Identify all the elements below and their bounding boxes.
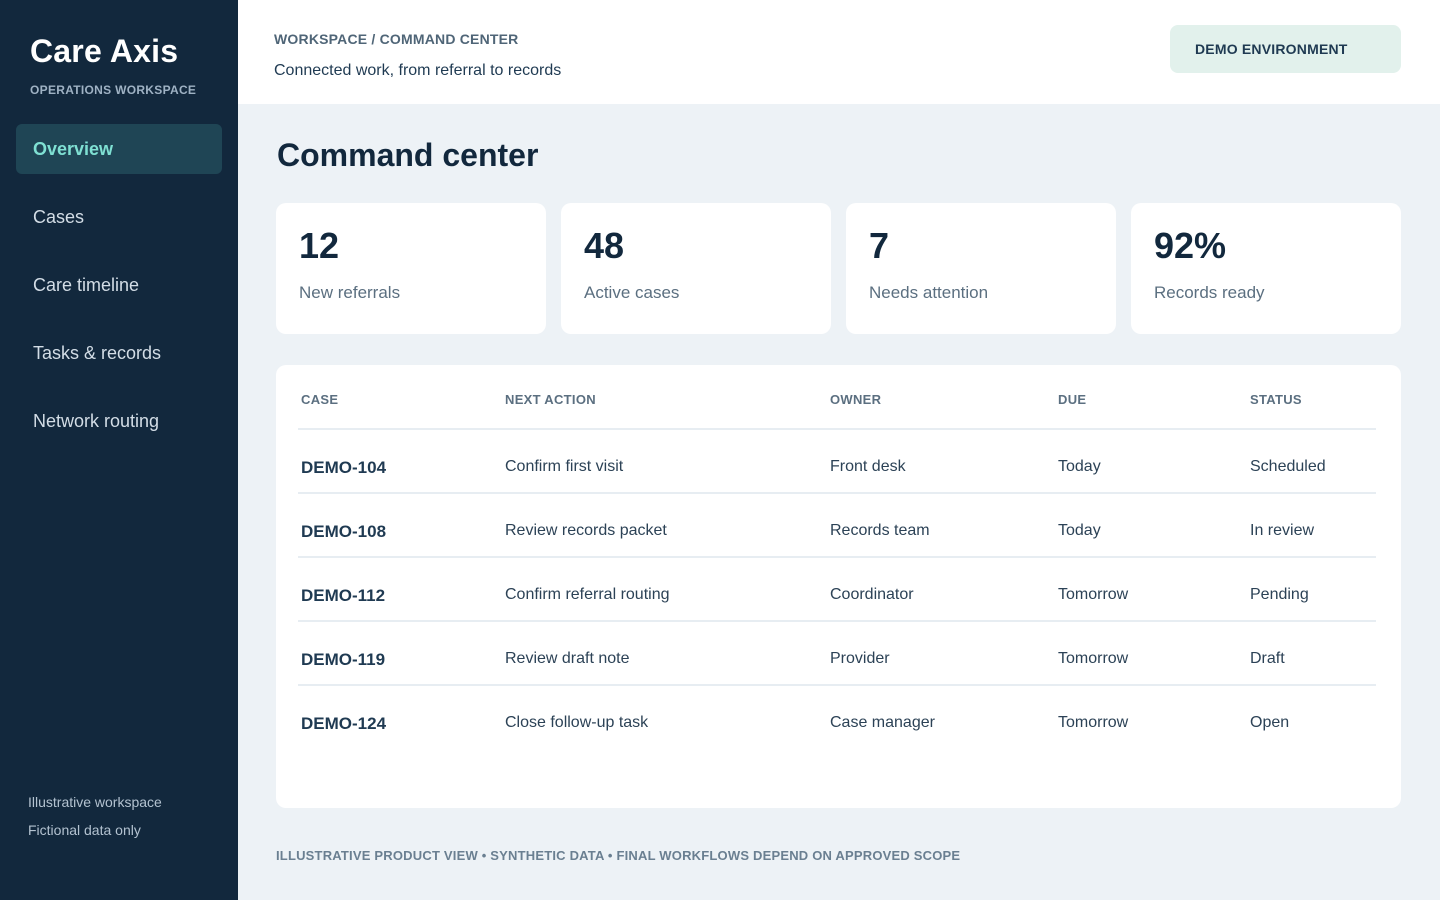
stat-value: 92% — [1154, 225, 1227, 266]
status: Scheduled — [1250, 458, 1326, 475]
row-divider — [298, 684, 1376, 686]
owner: Front desk — [830, 458, 906, 475]
table-row[interactable]: DEMO-119 Review draft note Provider Tomo… — [276, 629, 1401, 691]
row-divider — [298, 492, 1376, 494]
case-id[interactable]: DEMO-119 — [301, 650, 385, 670]
environment-badge: DEMO ENVIRONMENT — [1170, 25, 1401, 73]
row-divider — [298, 428, 1376, 430]
header-subtitle: Connected work, from referral to records — [274, 62, 562, 79]
owner: Case manager — [830, 714, 935, 731]
next-action: Review records packet — [505, 522, 667, 539]
column-header-due: DUE — [1058, 392, 1087, 407]
table-row[interactable]: DEMO-108 Review records packet Records t… — [276, 501, 1401, 563]
stat-card-new-referrals: 12 New referrals — [276, 203, 546, 334]
row-divider — [298, 620, 1376, 622]
next-action: Close follow-up task — [505, 714, 649, 731]
due: Tomorrow — [1058, 650, 1129, 667]
column-header-next-action: NEXT ACTION — [505, 392, 596, 407]
owner: Coordinator — [830, 586, 914, 603]
sidebar-item-overview[interactable]: Overview — [16, 124, 222, 174]
case-id[interactable]: DEMO-124 — [301, 714, 386, 734]
stat-label: New referrals — [299, 283, 401, 302]
page-title: Command center — [277, 137, 539, 173]
due: Today — [1058, 458, 1101, 475]
column-header-case: CASE — [301, 392, 339, 407]
disclaimer-footer: ILLUSTRATIVE PRODUCT VIEW • SYNTHETIC DA… — [276, 848, 961, 863]
status: In review — [1250, 522, 1315, 539]
sidebar-item-network-routing[interactable]: Network routing — [16, 396, 222, 446]
sidebar: Care Axis OPERATIONS WORKSPACE Overview … — [0, 0, 238, 900]
stat-card-active-cases: 48 Active cases — [561, 203, 831, 334]
stat-label: Needs attention — [869, 283, 989, 302]
column-header-status: STATUS — [1250, 392, 1302, 407]
owner: Records team — [830, 522, 930, 539]
stat-label: Records ready — [1154, 283, 1265, 302]
due: Tomorrow — [1058, 714, 1129, 731]
case-id[interactable]: DEMO-104 — [301, 458, 386, 478]
owner: Provider — [830, 650, 890, 667]
due: Today — [1058, 522, 1101, 539]
stat-value: 48 — [584, 225, 625, 266]
sidebar-item-tasks-records[interactable]: Tasks & records — [16, 328, 222, 378]
table-row[interactable]: DEMO-112 Confirm referral routing Coordi… — [276, 565, 1401, 627]
sidebar-footer-note: Fictional data only — [28, 822, 141, 838]
next-action: Review draft note — [505, 650, 630, 667]
table-row[interactable]: DEMO-104 Confirm first visit Front desk … — [276, 437, 1401, 499]
stat-value: 12 — [299, 225, 340, 266]
sidebar-footer-note: Illustrative workspace — [28, 794, 162, 810]
cases-table: CASE NEXT ACTION OWNER DUE STATUS DEMO-1… — [276, 365, 1401, 808]
table-row[interactable]: DEMO-124 Close follow-up task Case manag… — [276, 693, 1401, 755]
stat-value: 7 — [869, 225, 890, 266]
breadcrumb: WORKSPACE / COMMAND CENTER — [274, 31, 519, 47]
stat-card-needs-attention: 7 Needs attention — [846, 203, 1116, 334]
column-header-owner: OWNER — [830, 392, 882, 407]
next-action: Confirm referral routing — [505, 586, 670, 603]
status: Open — [1250, 714, 1290, 731]
next-action: Confirm first visit — [505, 458, 624, 475]
top-header: WORKSPACE / COMMAND CENTER Connected wor… — [238, 0, 1440, 104]
status: Pending — [1250, 586, 1309, 603]
stat-card-records-ready: 92% Records ready — [1131, 203, 1401, 334]
brand-subtitle: OPERATIONS WORKSPACE — [30, 83, 197, 97]
status: Draft — [1250, 650, 1285, 667]
case-id[interactable]: DEMO-112 — [301, 586, 385, 606]
row-divider — [298, 556, 1376, 558]
case-id[interactable]: DEMO-108 — [301, 522, 386, 542]
sidebar-item-care-timeline[interactable]: Care timeline — [16, 260, 222, 310]
stat-label: Active cases — [584, 283, 680, 302]
due: Tomorrow — [1058, 586, 1129, 603]
sidebar-item-cases[interactable]: Cases — [16, 192, 222, 242]
brand-title: Care Axis — [30, 33, 179, 69]
